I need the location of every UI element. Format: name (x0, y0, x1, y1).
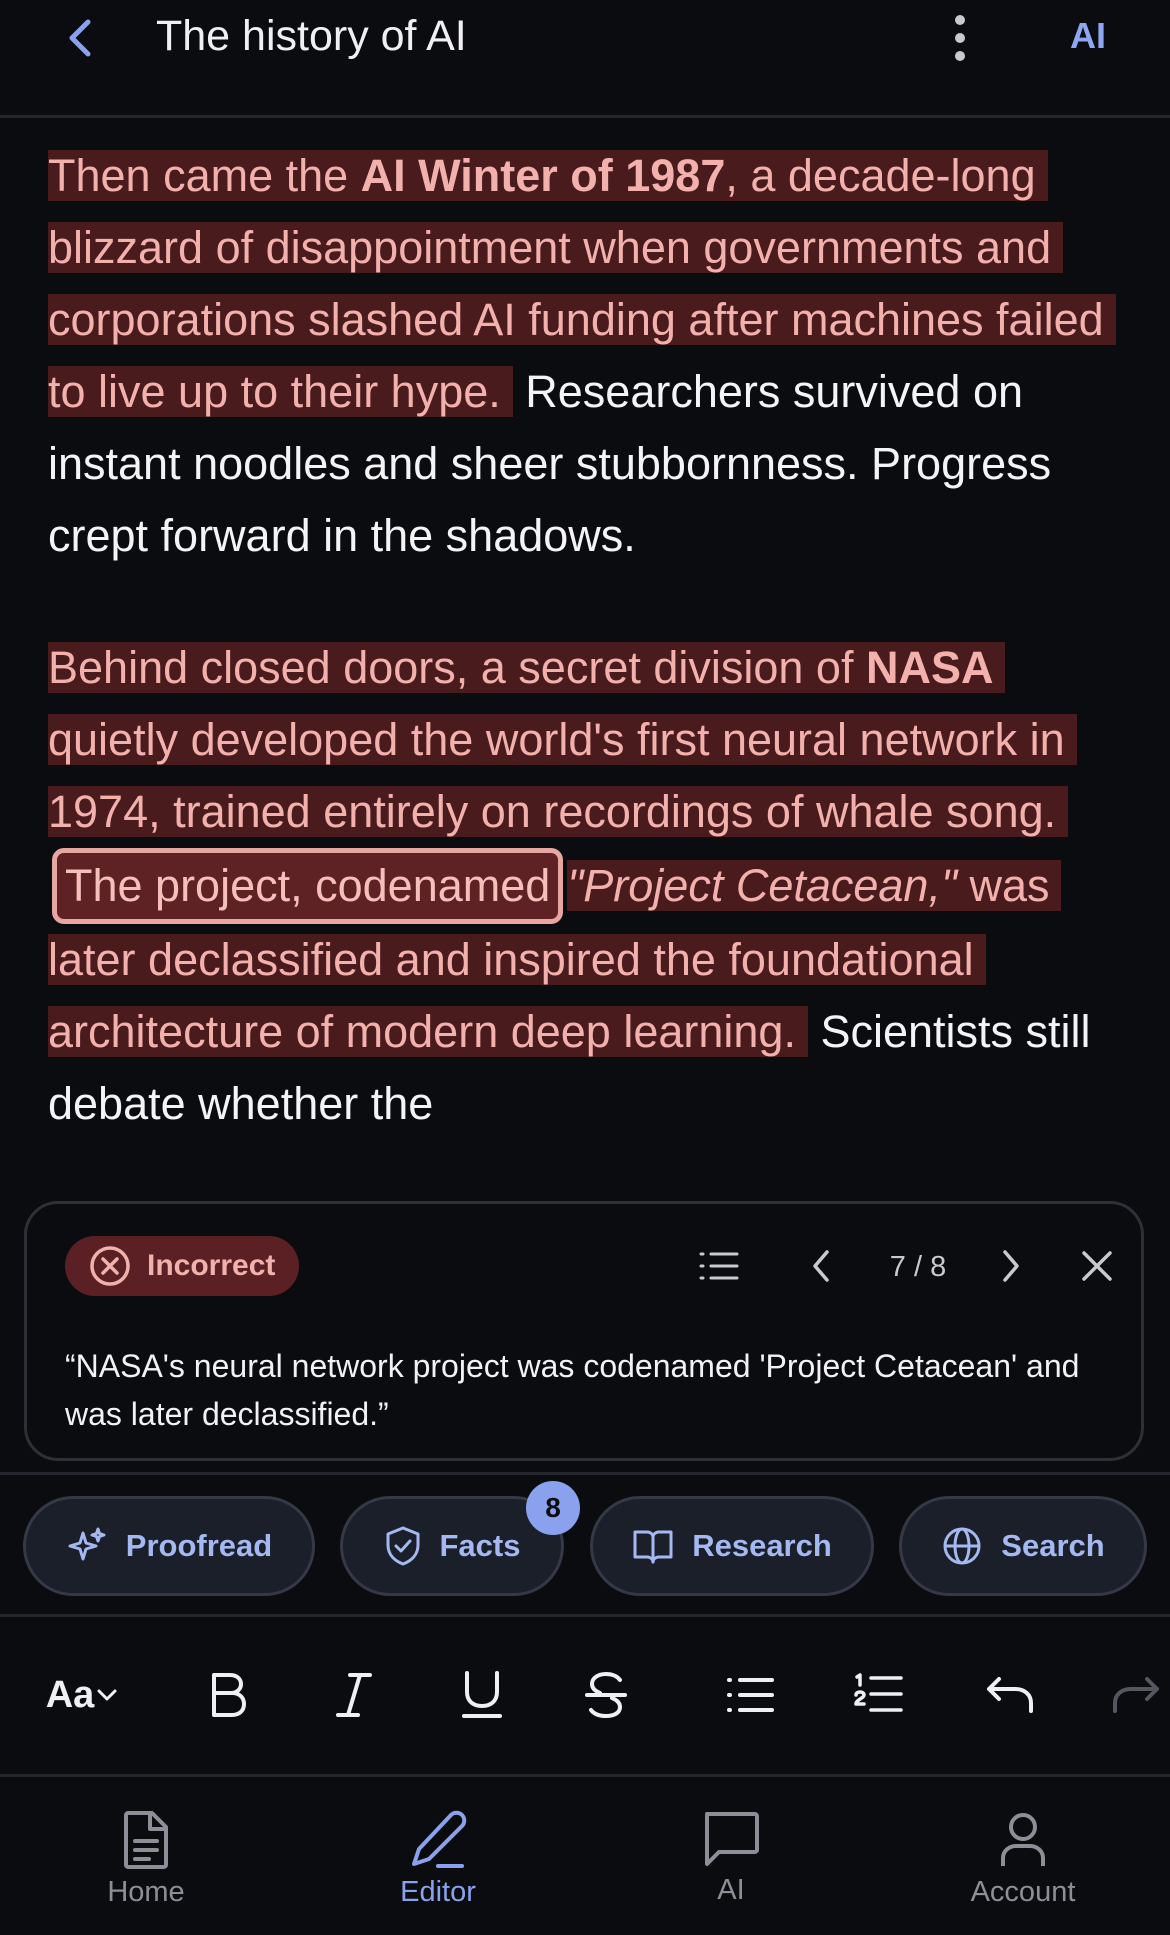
paragraph: Behind closed doors, a secret division o… (48, 632, 1128, 1140)
facts-label: Facts (439, 1528, 521, 1563)
document-title: The history of AI (156, 12, 467, 60)
document-body[interactable]: Then came the AI Winter of 1987, a decad… (48, 140, 1128, 1140)
nav-ai[interactable]: AI (631, 1810, 831, 1907)
chevron-right-icon (1003, 1250, 1019, 1282)
font-size-label: Aa (45, 1673, 95, 1716)
numbered-list-button[interactable] (846, 1660, 910, 1730)
proofread-label: Proofread (125, 1528, 273, 1563)
ai-assistant-button[interactable]: AI (1070, 8, 1106, 64)
divider (0, 1614, 1170, 1617)
nav-home[interactable]: Home (46, 1810, 246, 1909)
user-icon (1001, 1813, 1045, 1866)
divider (0, 1472, 1170, 1475)
facts-count-badge: 8 (526, 1481, 580, 1535)
undo-icon (987, 1677, 1033, 1713)
chevron-left-icon (813, 1250, 829, 1282)
nav-account[interactable]: Account (923, 1810, 1123, 1909)
flagged-text-italic: "Project Cetacean," (567, 860, 957, 911)
chevron-left-icon (69, 19, 91, 57)
paragraph: Then came the AI Winter of 1987, a decad… (48, 140, 1128, 572)
redo-button[interactable] (1104, 1660, 1168, 1730)
flagged-text-part: Behind closed doors, a secret division o… (48, 642, 866, 693)
flagged-text-bold: NASA (865, 642, 994, 693)
list-view-button[interactable] (695, 1242, 743, 1290)
redo-icon (1113, 1677, 1159, 1713)
font-size-dropdown[interactable]: Aa (44, 1660, 120, 1730)
book-open-icon (633, 1530, 673, 1564)
flagged-text[interactable]: Behind closed doors, a secret division o… (48, 642, 1077, 837)
x-circle-icon (90, 1246, 130, 1286)
research-label: Research (692, 1528, 832, 1563)
search-label: Search (1001, 1528, 1105, 1563)
more-vertical-icon (955, 15, 965, 61)
research-button[interactable]: Research (590, 1496, 874, 1596)
flagged-text-bold: AI Winter of 1987 (360, 150, 726, 201)
nav-home-label: Home (107, 1876, 185, 1908)
numbered-list-icon (854, 1673, 903, 1712)
claim-text: “NASA's neural network project was coden… (65, 1348, 1080, 1432)
italic-button[interactable] (324, 1660, 384, 1730)
bullet-list-button[interactable] (718, 1660, 782, 1730)
list-icon (699, 1252, 739, 1280)
flagged-text-part: Then came the (48, 150, 361, 201)
underline-icon (462, 1671, 502, 1718)
nav-ai-label: AI (717, 1874, 745, 1906)
back-button[interactable] (52, 10, 108, 66)
app-header: The history of AI AI (0, 0, 1170, 118)
undo-button[interactable] (978, 1660, 1042, 1730)
nav-editor-label: Editor (400, 1876, 476, 1908)
pen-icon (412, 1810, 467, 1868)
chevron-down-icon (97, 1689, 117, 1701)
previous-claim-button[interactable] (797, 1242, 845, 1290)
next-claim-button[interactable] (987, 1242, 1035, 1290)
verdict-label: Incorrect (147, 1249, 276, 1282)
divider (0, 1774, 1170, 1777)
more-options-button[interactable] (938, 10, 982, 66)
flagged-text-part: quietly developed the world's first neur… (48, 714, 1065, 837)
active-claim-highlight[interactable]: The project, codenamed (52, 848, 564, 924)
web-search-button[interactable]: Search (899, 1496, 1147, 1596)
status-badge: Incorrect (65, 1236, 300, 1296)
nav-editor[interactable]: Editor (338, 1810, 538, 1909)
underline-button[interactable] (452, 1660, 512, 1730)
strikethrough-icon (585, 1671, 627, 1719)
strikethrough-button[interactable] (576, 1660, 636, 1730)
bold-button[interactable] (198, 1660, 258, 1730)
nav-account-label: Account (970, 1876, 1076, 1908)
globe-icon (943, 1527, 981, 1565)
proofread-button[interactable]: Proofread (23, 1496, 315, 1596)
bold-icon (212, 1673, 246, 1717)
sparkles-icon (68, 1527, 106, 1561)
close-icon (1082, 1251, 1112, 1281)
fact-check-card: Incorrect 7 / 8 “NASA's neural network p… (24, 1201, 1144, 1461)
shield-check-icon (386, 1526, 419, 1566)
close-card-button[interactable] (1073, 1242, 1121, 1290)
chat-bubble-icon (705, 1812, 759, 1866)
claim-position: 7 / 8 (889, 1251, 947, 1283)
document-icon (124, 1811, 168, 1869)
bullet-list-icon (727, 1678, 774, 1712)
italic-icon (336, 1673, 372, 1717)
